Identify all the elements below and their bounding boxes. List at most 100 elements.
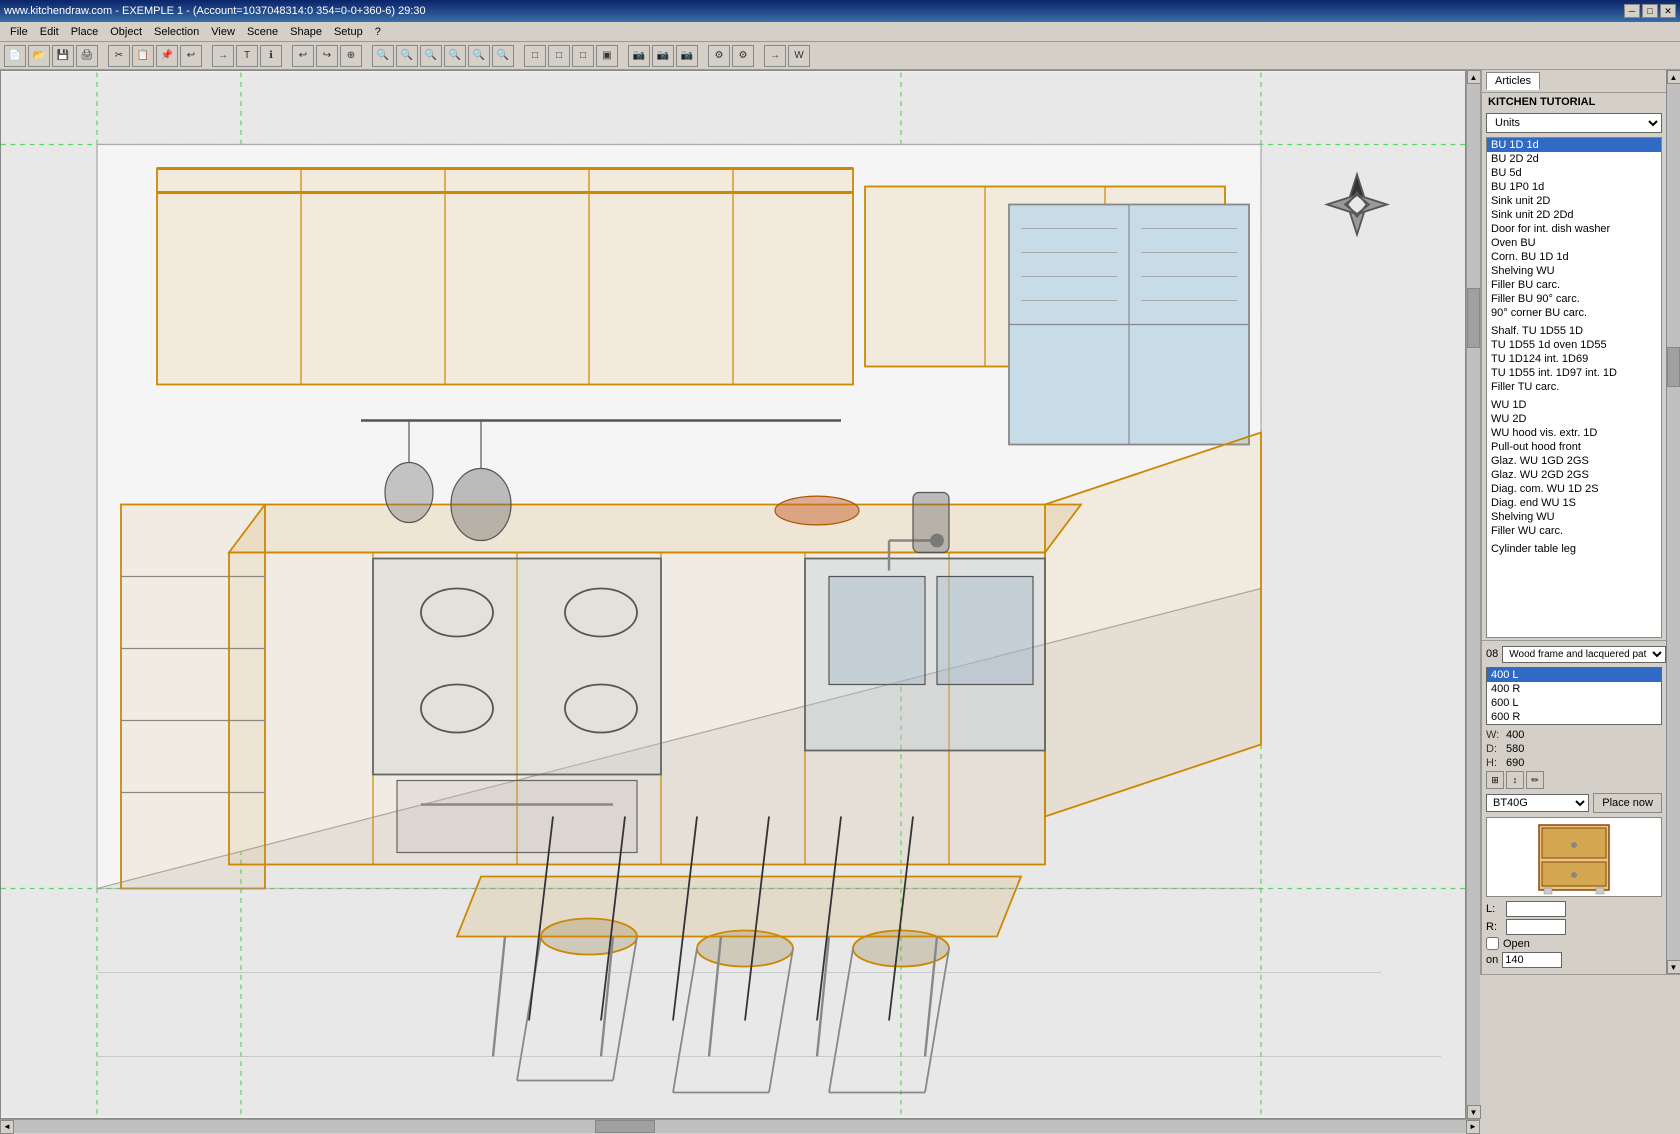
hscroll-track[interactable] [14, 1120, 1466, 1133]
toolbar-w[interactable]: W [788, 45, 810, 67]
list-item-tu1d55[interactable]: TU 1D55 1d oven 1D55 [1487, 338, 1661, 352]
canvas-area[interactable] [0, 70, 1466, 1119]
icon-btn-3[interactable]: ✏ [1526, 771, 1544, 789]
list-item-glaz1[interactable]: Glaz. WU 1GD 2GS [1487, 454, 1661, 468]
list-item-tu1d124[interactable]: TU 1D124 int. 1D69 [1487, 352, 1661, 366]
list-item-bu1p0[interactable]: BU 1P0 1d [1487, 180, 1661, 194]
list-item-fillerbu90[interactable]: Filler BU 90° carc. [1487, 292, 1661, 306]
place-now-button[interactable]: Place now [1593, 793, 1662, 813]
list-item-sink2d[interactable]: Sink unit 2D [1487, 194, 1661, 208]
l-input[interactable] [1506, 901, 1566, 917]
list-item-diagcom[interactable]: Diag. com. WU 1D 2S [1487, 482, 1661, 496]
list-item-shalf[interactable]: Shalf. TU 1D55 1D [1487, 324, 1661, 338]
menu-object[interactable]: Object [104, 24, 148, 40]
list-item-90corner[interactable]: 90° corner BU carc. [1487, 306, 1661, 320]
items-list[interactable]: BU 1D 1d BU 2D 2d BU 5d BU 1P0 1d Sink u… [1486, 137, 1662, 638]
toolbar-paste[interactable]: 📌 [156, 45, 178, 67]
toolbar-print[interactable]: 🖨 [76, 45, 98, 67]
toolbar-text[interactable]: T [236, 45, 258, 67]
list-item-cornbu[interactable]: Corn. BU 1D 1d [1487, 250, 1661, 264]
hscroll-right-button[interactable]: ► [1466, 1120, 1480, 1134]
menu-edit[interactable]: Edit [34, 24, 65, 40]
toolbar-cam2[interactable]: 📷 [652, 45, 674, 67]
list-item-wu2d[interactable]: WU 2D [1487, 412, 1661, 426]
menu-place[interactable]: Place [65, 24, 105, 40]
minimize-button[interactable]: ─ [1624, 4, 1640, 18]
list-item-shelvingwu[interactable]: Shelving WU [1487, 264, 1661, 278]
list-item-pullout[interactable]: Pull-out hood front [1487, 440, 1661, 454]
toolbar-sq2[interactable]: □ [548, 45, 570, 67]
vscroll-thumb[interactable] [1467, 288, 1480, 348]
panel-scroll-down[interactable]: ▼ [1667, 960, 1680, 974]
toolbar-zoom-in[interactable]: 🔍 [372, 45, 394, 67]
hscroll-thumb[interactable] [595, 1120, 655, 1133]
list-item-shelving2[interactable]: Shelving WU [1487, 510, 1661, 524]
code-dropdown[interactable]: BT40G [1486, 794, 1589, 812]
articles-tab[interactable]: Articles [1486, 72, 1540, 90]
toolbar-undo2[interactable]: ↩ [292, 45, 314, 67]
toolbar-target[interactable]: ⊕ [340, 45, 362, 67]
toolbar-cut[interactable]: ✂ [108, 45, 130, 67]
list-item-glaz2[interactable]: Glaz. WU 2GD 2GS [1487, 468, 1661, 482]
panel-scroll-track[interactable] [1667, 84, 1680, 960]
toolbar-zoom-out[interactable]: 🔍 [396, 45, 418, 67]
close-button[interactable]: ✕ [1660, 4, 1676, 18]
vscroll-up-button[interactable]: ▲ [1467, 70, 1481, 84]
toolbar-new[interactable]: 📄 [4, 45, 26, 67]
menu-scene[interactable]: Scene [241, 24, 284, 40]
vscroll-track[interactable] [1467, 84, 1480, 1105]
list-item-bu5d[interactable]: BU 5d [1487, 166, 1661, 180]
list-item-cylinder[interactable]: Cylinder table leg [1487, 542, 1661, 556]
list-item-bu1d[interactable]: BU 1D 1d [1487, 138, 1661, 152]
menu-selection[interactable]: Selection [148, 24, 205, 40]
icon-btn-1[interactable]: ⊞ [1486, 771, 1504, 789]
list-item-bu2d[interactable]: BU 2D 2d [1487, 152, 1661, 166]
list-item-fillerbu[interactable]: Filler BU carc. [1487, 278, 1661, 292]
toolbar-cam1[interactable]: 📷 [628, 45, 650, 67]
r-input[interactable] [1506, 919, 1566, 935]
icon-btn-2[interactable]: ↕ [1506, 771, 1524, 789]
toolbar-arrow[interactable]: → [212, 45, 234, 67]
vscroll-down-button[interactable]: ▼ [1467, 1105, 1481, 1119]
list-item-fillertu[interactable]: Filler TU carc. [1487, 380, 1661, 394]
toolbar-undo[interactable]: ↩ [180, 45, 202, 67]
size-400l[interactable]: 400 L [1487, 668, 1661, 682]
toolbar-redo[interactable]: ↪ [316, 45, 338, 67]
toolbar-sq1[interactable]: □ [524, 45, 546, 67]
list-item-ovenbu[interactable]: Oven BU [1487, 236, 1661, 250]
toolbar-info[interactable]: ℹ [260, 45, 282, 67]
menu-setup[interactable]: Setup [328, 24, 369, 40]
toolbar-open[interactable]: 📂 [28, 45, 50, 67]
menu-shape[interactable]: Shape [284, 24, 328, 40]
list-item-wuhood[interactable]: WU hood vis. extr. 1D [1487, 426, 1661, 440]
list-item-diagend[interactable]: Diag. end WU 1S [1487, 496, 1661, 510]
menu-view[interactable]: View [205, 24, 241, 40]
list-item-fillerwu[interactable]: Filler WU carc. [1487, 524, 1661, 538]
toolbar-gear1[interactable]: ⚙ [708, 45, 730, 67]
hscroll-left-button[interactable]: ◄ [0, 1120, 14, 1134]
panel-scroll-thumb[interactable] [1667, 347, 1680, 387]
toolbar-zoom4[interactable]: 🔍 [492, 45, 514, 67]
toolbar-copy[interactable]: 📋 [132, 45, 154, 67]
list-item-tu1d55int[interactable]: TU 1D55 int. 1D97 int. 1D [1487, 366, 1661, 380]
size-400r[interactable]: 400 R [1487, 682, 1661, 696]
toolbar-zoom1[interactable]: 🔍 [420, 45, 442, 67]
menu-file[interactable]: File [4, 24, 34, 40]
toolbar-zoom3[interactable]: 🔍 [468, 45, 490, 67]
toolbar-save[interactable]: 💾 [52, 45, 74, 67]
toolbar-zoom2[interactable]: 🔍 [444, 45, 466, 67]
toolbar-sq4[interactable]: ▣ [596, 45, 618, 67]
list-item-doorint[interactable]: Door for int. dish washer [1487, 222, 1661, 236]
menu-help[interactable]: ? [369, 24, 387, 40]
material-dropdown[interactable]: Wood frame and lacquered pat [1502, 646, 1666, 663]
toolbar-gear2[interactable]: ⚙ [732, 45, 754, 67]
open-checkbox[interactable] [1486, 937, 1499, 950]
toolbar-cam3[interactable]: 📷 [676, 45, 698, 67]
size-600l[interactable]: 600 L [1487, 696, 1661, 710]
toolbar-export[interactable]: → [764, 45, 786, 67]
list-item-sink2d2d[interactable]: Sink unit 2D 2Dd [1487, 208, 1661, 222]
panel-scroll-up[interactable]: ▲ [1667, 70, 1680, 84]
list-item-wu1d[interactable]: WU 1D [1487, 398, 1661, 412]
maximize-button[interactable]: □ [1642, 4, 1658, 18]
category-dropdown[interactable]: Units [1486, 113, 1662, 133]
